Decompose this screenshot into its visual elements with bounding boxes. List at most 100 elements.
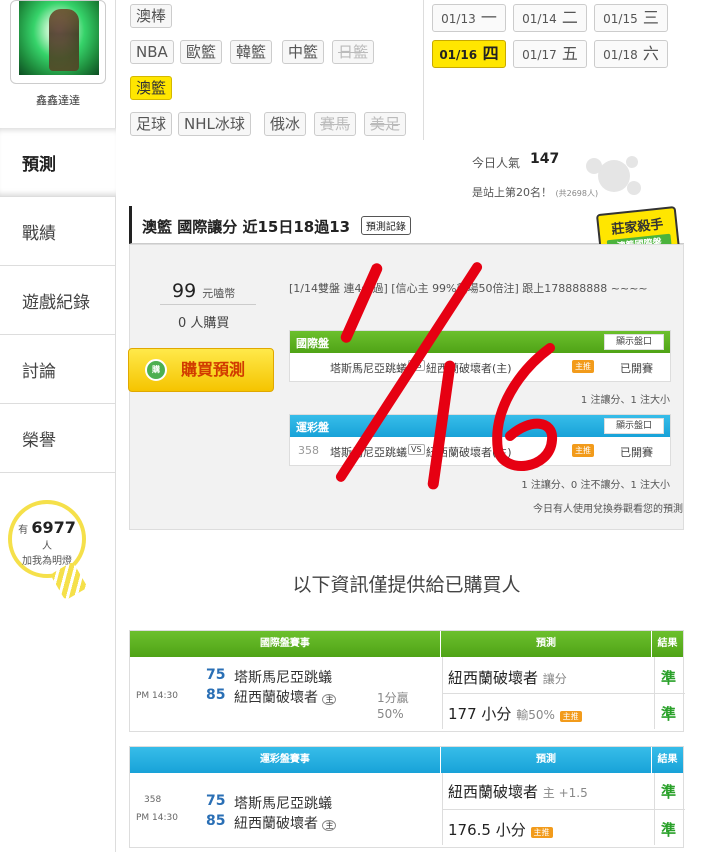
pick-spread: 紐西蘭破壞者 主 +1.5 (448, 781, 588, 802)
home-tag: 主 (322, 694, 337, 705)
pick-total: 177 小分 輸50% 主推 (448, 703, 582, 724)
nav-record[interactable]: 戰績 (0, 197, 116, 266)
league-tab[interactable]: NBA (130, 40, 174, 64)
game-status: 已開賽 (620, 446, 653, 459)
league-tab[interactable]: 韓籃 (230, 40, 273, 64)
date-button-active[interactable]: 01/16 四 (432, 40, 506, 68)
host-pick-tag: 主推 (572, 444, 594, 457)
date-md: 01/13 (441, 12, 476, 26)
pick-total: 176.5 小分 主推 (448, 819, 553, 840)
avatar-image (19, 1, 99, 75)
buy-prediction-button[interactable]: 購購買預測 (128, 348, 274, 392)
sidebar: 鑫鑫達達 預測 戰績 遊戲紀錄 討論 榮譽 有 6977 人 加我為明燈 (0, 0, 116, 852)
handwriting-mark (492, 343, 558, 471)
date-button[interactable]: 01/15 三 (594, 4, 668, 32)
date-button[interactable]: 01/17 五 (513, 40, 587, 68)
col-header: 預測 (441, 747, 653, 773)
divider (654, 809, 685, 810)
home-team-name: 紐西蘭破壞者 (234, 690, 318, 706)
away-score: 75 (206, 793, 226, 809)
intl-bet-note: 1 注讓分、1 注大小 (580, 395, 670, 406)
league-tab[interactable]: 歐籃 (180, 40, 223, 64)
spread-pct: 50% (377, 707, 404, 721)
home-score: 85 (206, 813, 226, 829)
result-mark: 準 (661, 669, 677, 687)
divider (423, 0, 424, 140)
divider (160, 304, 256, 305)
pick-type: 讓分 (542, 672, 567, 686)
avatar[interactable] (10, 0, 106, 84)
popularity-value: 147 (530, 151, 560, 167)
pick-total-value: 177 小分 (448, 705, 512, 723)
date-weekday: 三 (642, 8, 659, 27)
intl-result-table: 國際盤賽事 預測 結果 PM 14:30 75 塔斯馬尼亞跳蟻 85 紐西蘭破壞… (129, 630, 685, 732)
league-tab: 賽馬 (314, 112, 357, 136)
league-tab[interactable]: NHL冰球 (178, 112, 251, 136)
rank-note: (共2698人) (555, 189, 599, 198)
record-button[interactable]: 預測記錄 (360, 216, 411, 235)
date-weekday: 六 (642, 44, 659, 63)
rank-text: 是站上第20名！ (共2698人) (472, 184, 598, 200)
league-tab-active[interactable]: 澳籃 (130, 76, 173, 100)
date-button[interactable]: 01/14 二 (513, 4, 587, 32)
away-team: 塔斯馬尼亞跳蟻 (330, 362, 407, 375)
vs-icon: VS (408, 444, 425, 455)
col-header: 結果 (657, 754, 678, 765)
fans-count: 6977 (31, 518, 76, 537)
game-time: PM 14:30 (136, 691, 178, 701)
spread-result: 1分贏 (377, 691, 409, 705)
col-header: 運彩盤賽事 (130, 747, 441, 773)
date-md: 01/14 (522, 12, 557, 26)
col-header: 預測 (441, 631, 653, 657)
show-odds-button[interactable]: 顯示盤口 (604, 418, 664, 434)
date-weekday: 二 (561, 8, 578, 27)
result-mark: 準 (661, 783, 677, 801)
show-odds-button[interactable]: 顯示盤口 (604, 334, 664, 350)
nav-honor[interactable]: 榮譽 (0, 404, 116, 473)
pick-total-value: 176.5 小分 (448, 821, 526, 839)
buyers-count: 0 人購買 (178, 316, 230, 331)
date-button[interactable]: 01/13 一 (432, 4, 506, 32)
table-header: 國際盤賽事 預測 結果 (130, 631, 683, 657)
league-tab[interactable]: 中籃 (282, 40, 325, 64)
fans-prefix: 有 (18, 525, 29, 536)
date-button[interactable]: 01/18 六 (594, 40, 668, 68)
home-team-name: 紐西蘭破壞者 (234, 816, 318, 832)
fans-unit: 人 (42, 541, 52, 552)
date-md: 01/16 (439, 48, 478, 62)
nav-prediction[interactable]: 預測 (0, 128, 116, 197)
home-team: 紐西蘭破壞者 主 (234, 813, 337, 833)
sport-result-table: 運彩盤賽事 預測 結果 358 PM 14:30 75 塔斯馬尼亞跳蟻 85 紐… (129, 746, 685, 848)
date-md: 01/18 (603, 48, 638, 62)
col-header: 結果 (657, 638, 678, 649)
league-tab[interactable]: 足球 (130, 112, 173, 136)
game-number: 358 (144, 795, 162, 805)
table-row: PM 14:30 75 塔斯馬尼亞跳蟻 85 紐西蘭破壞者 主 1分贏 50% … (130, 657, 685, 729)
pick-team: 紐西蘭破壞者 (448, 783, 539, 801)
away-team: 塔斯馬尼亞跳蟻 (234, 796, 332, 812)
purchase-notice: 以下資訊僅提供給已購買人 (292, 574, 521, 596)
away-team: 塔斯馬尼亞跳蟻 (234, 670, 332, 686)
game-time: PM 14:30 (136, 813, 178, 823)
away-score: 75 (206, 667, 226, 683)
home-team: 紐西蘭破壞者 主 (234, 687, 337, 707)
sport-odds-title: 運彩盤 (296, 421, 329, 434)
nav-game-log[interactable]: 遊戲紀錄 (0, 266, 116, 335)
username[interactable]: 鑫鑫達達 (0, 92, 116, 108)
league-tab[interactable]: 澳棒 (130, 4, 173, 28)
league-tab: 日籃 (332, 40, 375, 64)
home-score: 85 (206, 687, 226, 703)
host-pick-tag: 主推 (559, 711, 582, 722)
pick-team: 紐西蘭破壞者 (448, 669, 539, 687)
date-weekday: 四 (482, 44, 499, 63)
result-mark: 準 (661, 705, 677, 723)
league-tab[interactable]: 俄冰 (264, 112, 307, 136)
intl-odds-title: 國際盤 (296, 337, 329, 350)
result-mark: 準 (661, 821, 677, 839)
league-tab: 美足 (364, 112, 407, 136)
nav-discussion[interactable]: 討論 (0, 335, 116, 404)
pick-extra: 輸50% (516, 708, 555, 722)
date-weekday: 一 (480, 8, 497, 27)
divider (442, 693, 654, 694)
date-md: 01/17 (522, 48, 557, 62)
